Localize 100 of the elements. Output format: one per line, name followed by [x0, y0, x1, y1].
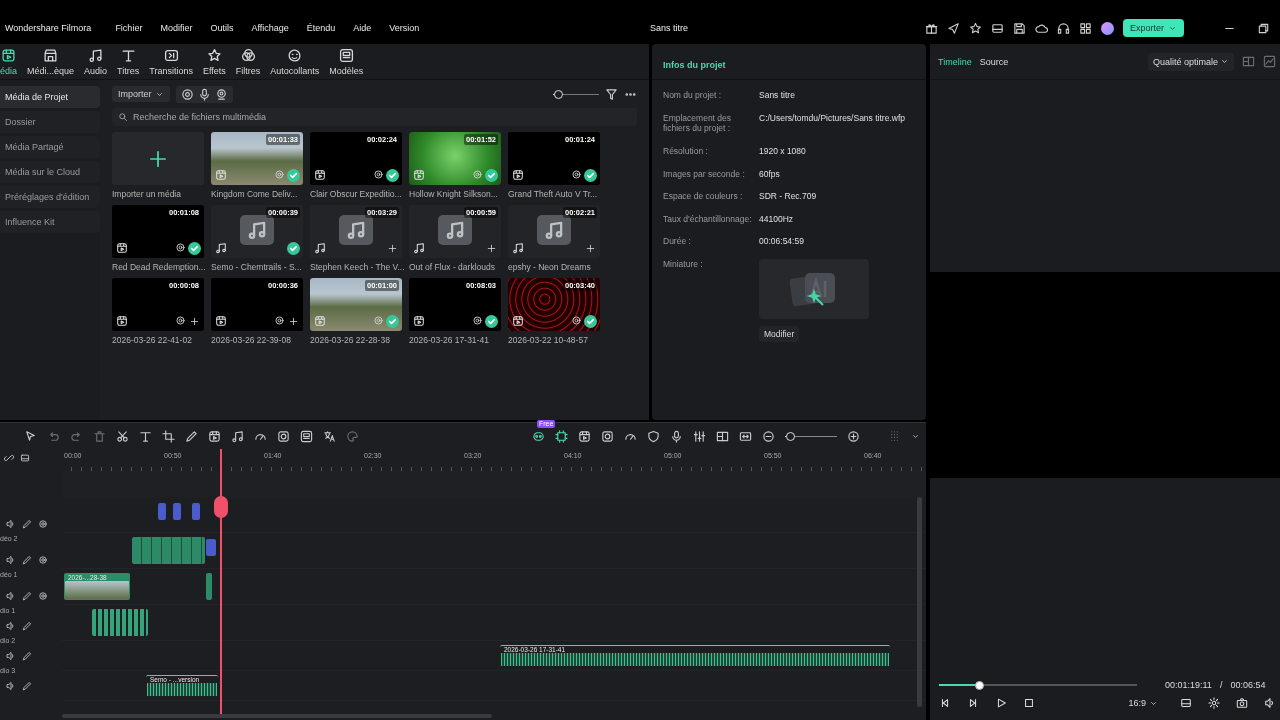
export-button[interactable]: Exporter [1123, 19, 1184, 37]
cursor-icon[interactable] [24, 429, 37, 443]
shield-icon[interactable] [647, 429, 660, 443]
preview-icon[interactable] [571, 315, 582, 326]
menu-item[interactable]: Modifier [160, 23, 193, 33]
chip-icon[interactable] [555, 429, 568, 443]
eye-icon[interactable] [38, 519, 48, 529]
clip[interactable] [173, 503, 181, 520]
scrollbar[interactable] [917, 497, 922, 707]
palette-icon[interactable] [346, 429, 359, 443]
pen-icon[interactable] [22, 651, 32, 661]
robot-icon[interactable] [532, 429, 545, 443]
stop-icon[interactable] [1023, 697, 1035, 709]
preview-tab[interactable]: Source [979, 56, 1009, 67]
media-tab[interactable]: Effets [197, 44, 231, 79]
media-tab[interactable]: édia [0, 44, 22, 79]
sidebar-item[interactable]: Dossier [0, 111, 100, 133]
sidebar-item[interactable]: Média Partagé [0, 136, 100, 158]
grip-icon[interactable] [888, 429, 901, 443]
aspect-ratio-dropdown[interactable]: 16:9 [1122, 697, 1164, 709]
delete-icon[interactable] [93, 429, 106, 443]
add-icon[interactable] [487, 244, 496, 253]
pen-icon[interactable] [22, 519, 32, 529]
monitor-icon[interactable] [1180, 697, 1192, 709]
menu-item[interactable]: Étendu [306, 23, 336, 33]
preview-icon[interactable] [175, 242, 186, 253]
crop-icon[interactable] [162, 429, 175, 443]
search-field[interactable]: Recherche de fichiers multimédia [112, 108, 637, 126]
preview-icon[interactable] [472, 315, 483, 326]
previous-frame-icon[interactable] [939, 697, 951, 709]
edit-button[interactable]: Modifier [759, 326, 800, 342]
media-tab[interactable]: Audio [79, 44, 113, 79]
pen-icon[interactable] [22, 555, 32, 565]
sidebar-item[interactable]: Média sur le Cloud [0, 161, 100, 183]
text-icon[interactable] [139, 429, 152, 443]
preview-tab[interactable]: Timeline [938, 56, 972, 67]
speaker-icon[interactable] [6, 651, 16, 661]
camera-icon[interactable] [1236, 697, 1248, 709]
pen-icon[interactable] [22, 621, 32, 631]
monitor-icon[interactable] [991, 21, 1004, 35]
avatar[interactable] [1101, 21, 1114, 35]
link-icon[interactable] [4, 453, 14, 463]
preview-icon[interactable] [175, 315, 186, 326]
slider-handle[interactable] [974, 680, 984, 690]
apps-icon[interactable] [1079, 21, 1092, 35]
media-tab[interactable]: Filtres [230, 44, 266, 79]
gift-icon[interactable] [925, 21, 938, 35]
settings-icon[interactable] [1208, 697, 1220, 709]
clip[interactable] [92, 609, 148, 636]
menu-item[interactable]: Version [389, 23, 420, 33]
volume-icon[interactable] [1264, 697, 1276, 709]
zoom-in-icon[interactable] [847, 429, 860, 443]
filter-icon[interactable] [605, 87, 618, 101]
mask-icon[interactable] [601, 429, 614, 443]
sidebar-item[interactable]: Influence Kit [0, 211, 100, 233]
redo-icon[interactable] [70, 429, 83, 443]
translate-icon[interactable] [323, 429, 336, 443]
play-icon[interactable] [995, 697, 1007, 709]
record-icon[interactable] [180, 87, 194, 101]
clip[interactable] [206, 539, 216, 556]
microphone-icon[interactable] [670, 429, 683, 443]
mask-icon[interactable] [277, 429, 290, 443]
clip[interactable] [206, 573, 212, 600]
chart-icon[interactable] [1263, 55, 1276, 68]
preview-icon[interactable] [373, 169, 384, 180]
preview-icon[interactable] [571, 169, 582, 180]
next-frame-icon[interactable] [967, 697, 979, 709]
cloud-icon[interactable] [1035, 21, 1048, 35]
clip[interactable] [132, 537, 205, 564]
eye-icon[interactable] [38, 591, 48, 601]
pen-icon[interactable] [22, 681, 32, 691]
eye-icon[interactable] [38, 555, 48, 565]
add-icon[interactable] [388, 244, 397, 253]
clip[interactable] [192, 503, 200, 520]
scissors-icon[interactable] [116, 429, 129, 443]
media-tab[interactable]: Autocollants [265, 44, 325, 79]
speaker-icon[interactable] [6, 519, 16, 529]
speaker-icon[interactable] [6, 555, 16, 565]
headset-icon[interactable] [1057, 21, 1070, 35]
clip[interactable] [158, 503, 166, 520]
import-tile[interactable] [112, 132, 204, 185]
restore-icon[interactable] [1257, 21, 1270, 35]
layout-icon[interactable] [716, 429, 729, 443]
microphone-icon[interactable] [197, 87, 211, 101]
music-icon[interactable] [231, 429, 244, 443]
mixer-icon[interactable] [693, 429, 706, 443]
import-button[interactable]: Importer [112, 86, 170, 102]
add-icon[interactable] [586, 244, 595, 253]
speaker-icon[interactable] [6, 591, 16, 601]
media-tab[interactable]: Médi...èque [22, 44, 80, 79]
pen-icon[interactable] [22, 591, 32, 601]
zoom-out-icon[interactable] [762, 429, 775, 443]
preview-icon[interactable] [274, 315, 285, 326]
send-icon[interactable] [947, 21, 960, 35]
media-tab[interactable]: Titres [112, 44, 145, 79]
sidebar-item[interactable]: Préréglages d'édition [0, 186, 100, 208]
save-icon[interactable] [1013, 21, 1026, 35]
scissors-marker[interactable] [214, 496, 228, 518]
add-icon[interactable] [190, 317, 199, 326]
speaker-icon[interactable] [6, 621, 16, 631]
